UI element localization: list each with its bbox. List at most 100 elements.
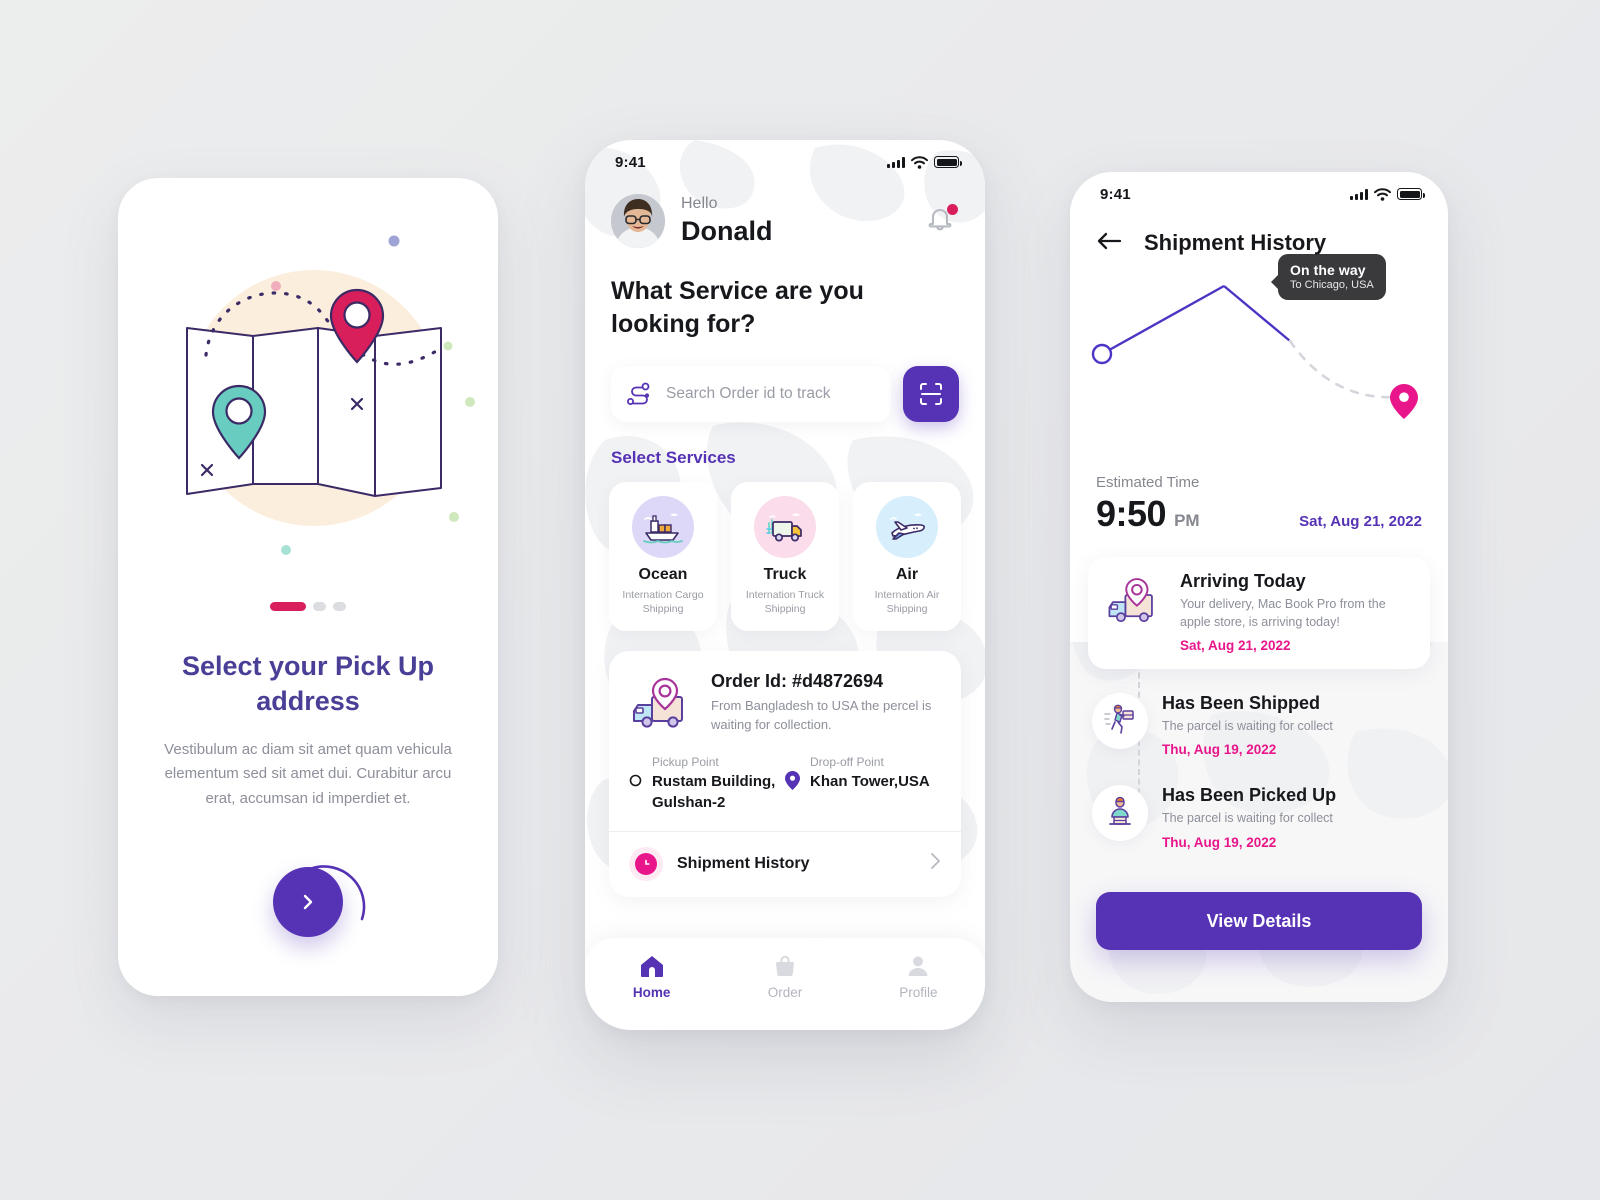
timeline-title: Has Been Picked Up bbox=[1162, 785, 1337, 806]
service-desc: Internation Air Shipping bbox=[874, 588, 940, 616]
circle-outline-icon bbox=[629, 775, 642, 787]
page-header: Shipment History bbox=[1070, 216, 1448, 256]
screens-stage: Select your Pick Up address Vestibulum a… bbox=[0, 0, 1600, 1200]
origin-marker bbox=[1091, 343, 1113, 365]
onboarding-screen: Select your Pick Up address Vestibulum a… bbox=[118, 178, 498, 996]
service-card-ocean[interactable]: Ocean Internation Cargo Shipping bbox=[609, 481, 717, 632]
estimate-label: Estimated Time bbox=[1096, 474, 1200, 491]
person-icon bbox=[908, 956, 928, 976]
tab-label: Profile bbox=[899, 985, 938, 1000]
search-row: Search Order id to track bbox=[611, 365, 959, 422]
service-name: Ocean bbox=[638, 565, 688, 583]
service-desc: Internation Cargo Shipping bbox=[622, 588, 704, 616]
home-screen: 9:41 Hello Donald What Service are you l… bbox=[585, 140, 985, 1030]
bottom-tab-bar: Home Order Profile bbox=[585, 938, 985, 1030]
route-map: On the way To Chicago, USA bbox=[1070, 254, 1448, 474]
service-card-air[interactable]: Air Internation Air Shipping bbox=[853, 481, 961, 632]
courier-running-icon bbox=[1092, 693, 1148, 750]
cellular-signal-icon bbox=[1350, 188, 1368, 200]
service-name: Truck bbox=[763, 565, 807, 583]
view-details-button[interactable]: View Details bbox=[1096, 892, 1422, 950]
bag-icon bbox=[775, 955, 794, 976]
pager-dot[interactable] bbox=[333, 602, 346, 611]
battery-full-icon bbox=[934, 156, 962, 168]
timeline-item-picked-up[interactable]: Has Been Picked Up The parcel is waiting… bbox=[1088, 783, 1430, 850]
timeline-date: Thu, Aug 19, 2022 bbox=[1162, 834, 1277, 850]
timeline-item-shipped[interactable]: Has Been Shipped The parcel is waiting f… bbox=[1088, 691, 1430, 757]
status-bar: 9:41 bbox=[1070, 172, 1448, 216]
service-name: Air bbox=[895, 565, 919, 583]
route-icon bbox=[627, 382, 650, 405]
estimated-time-block: Estimated Time 9:50 PM Sat, Aug 21, 2022 bbox=[1070, 474, 1448, 535]
chevron-right-icon[interactable] bbox=[930, 852, 941, 876]
battery-full-icon bbox=[1397, 188, 1425, 200]
truck-with-pin-icon bbox=[1104, 571, 1168, 635]
services-section-title: Select Services bbox=[611, 447, 736, 467]
search-placeholder: Search Order id to track bbox=[666, 384, 831, 402]
order-id: Order Id: #d4872694 bbox=[711, 671, 884, 692]
home-icon bbox=[640, 956, 663, 977]
map-pin-icon bbox=[785, 771, 800, 791]
services-list: Ocean Internation Cargo Shipping Truck I… bbox=[609, 481, 961, 632]
cellular-signal-icon bbox=[887, 156, 905, 168]
service-desc: Internation Truck Shipping bbox=[745, 588, 825, 616]
tab-home[interactable]: Home bbox=[585, 954, 718, 1000]
timeline-item-arriving[interactable]: Arriving Today Your delivery, Mac Book P… bbox=[1088, 557, 1430, 670]
estimate-date: Sat, Aug 21, 2022 bbox=[1299, 513, 1422, 530]
search-input[interactable]: Search Order id to track bbox=[611, 365, 891, 422]
clock-icon bbox=[629, 846, 663, 881]
scan-button[interactable] bbox=[903, 365, 959, 422]
page-description: Vestibulum ac diam sit amet quam vehicul… bbox=[164, 741, 452, 807]
pager-dot[interactable] bbox=[313, 602, 326, 611]
dropoff-point: Drop-off Point Khan Tower,USA bbox=[785, 755, 941, 813]
status-time: 9:41 bbox=[1100, 185, 1131, 203]
pager-dot-active[interactable] bbox=[270, 602, 306, 611]
home-question: What Service are you looking for? bbox=[611, 276, 864, 339]
delivery-truck-icon bbox=[754, 495, 816, 558]
pager-dots[interactable] bbox=[118, 602, 498, 611]
notification-badge bbox=[947, 204, 958, 216]
timeline-desc: The parcel is waiting for collect bbox=[1162, 719, 1333, 734]
service-card-truck[interactable]: Truck Internation Truck Shipping bbox=[731, 481, 839, 632]
order-card[interactable]: Order Id: #d4872694 From Bangladesh to U… bbox=[609, 651, 961, 897]
user-name: Donald bbox=[681, 216, 773, 247]
shipment-history-screen: 9:41 Shipment History On the way To Chic… bbox=[1070, 172, 1448, 1002]
dropoff-value: Khan Tower,USA bbox=[810, 773, 930, 791]
map-illustration bbox=[118, 178, 498, 720]
tooltip-title: On the way bbox=[1290, 262, 1366, 278]
avatar[interactable] bbox=[611, 194, 665, 249]
status-time: 9:41 bbox=[615, 153, 646, 171]
pickup-value: Rustam Building, Gulshan-2 bbox=[652, 773, 776, 811]
destination-marker bbox=[1390, 384, 1418, 419]
timeline-title: Arriving Today bbox=[1180, 571, 1306, 591]
tab-profile[interactable]: Profile bbox=[852, 954, 985, 1000]
tab-label: Order bbox=[767, 985, 803, 1000]
cargo-ship-icon bbox=[632, 495, 694, 558]
order-description: From Bangladesh to USA the percel is wai… bbox=[711, 698, 932, 733]
pickup-label: Pickup Point bbox=[652, 755, 719, 770]
timeline: Arriving Today Your delivery, Mac Book P… bbox=[1088, 557, 1430, 850]
status-icons bbox=[887, 155, 962, 169]
status-bar: 9:41 bbox=[585, 140, 985, 184]
scan-icon bbox=[920, 382, 942, 405]
greeting-label: Hello bbox=[681, 195, 718, 212]
next-button[interactable] bbox=[273, 866, 343, 937]
airplane-icon bbox=[876, 495, 938, 558]
estimate-meridiem: PM bbox=[1174, 511, 1200, 530]
wifi-icon bbox=[911, 155, 928, 169]
shipment-history-label: Shipment History bbox=[677, 854, 810, 872]
greeting-block: Hello Donald bbox=[681, 194, 773, 249]
map-tooltip: On the way To Chicago, USA bbox=[1271, 254, 1386, 300]
back-button[interactable] bbox=[1096, 231, 1122, 256]
estimate-time: 9:50 bbox=[1096, 493, 1167, 534]
next-button-wrap bbox=[118, 865, 498, 937]
notification-button[interactable] bbox=[925, 204, 959, 238]
timeline-date: Thu, Aug 19, 2022 bbox=[1162, 742, 1277, 758]
home-header: Hello Donald bbox=[585, 184, 985, 249]
chevron-right-icon bbox=[303, 894, 313, 910]
truck-with-pin-icon bbox=[633, 678, 683, 729]
timeline-desc: Your delivery, Mac Book Pro from the app… bbox=[1180, 597, 1386, 630]
order-summary: Order Id: #d4872694 From Bangladesh to U… bbox=[629, 671, 941, 737]
shipment-history-row[interactable]: Shipment History bbox=[629, 832, 941, 897]
tab-order[interactable]: Order bbox=[718, 954, 851, 1000]
